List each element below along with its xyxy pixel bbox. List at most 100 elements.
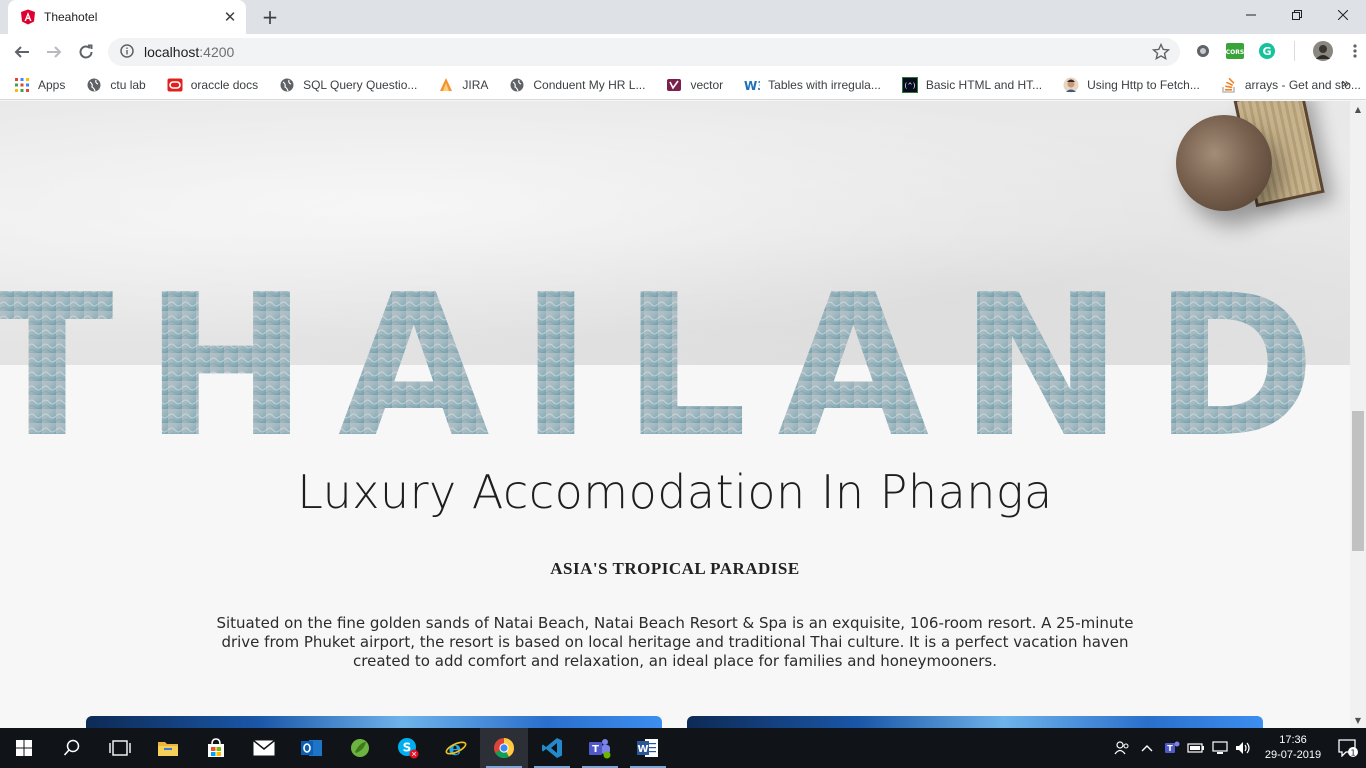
svg-text:(^): (^) [904,82,917,90]
outlook-icon[interactable] [288,728,336,768]
url-text: localhost:4200 [144,44,234,60]
microsoft-store-icon[interactable] [192,728,240,768]
tab-close-icon[interactable]: ✕ [220,7,240,27]
web-page: THAILAND Luxury Accomodation In Phanga A… [0,101,1350,728]
new-tab-plus-icon[interactable]: + [257,5,283,29]
back-arrow-icon[interactable] [6,38,38,66]
minimize-icon[interactable] [1228,0,1274,30]
mail-icon[interactable] [240,728,288,768]
more-bookmarks-chevron-icon[interactable]: » [1341,76,1350,92]
bookmark-using-http[interactable]: Using Http to Fetch... [1063,73,1200,97]
bookmark-label: Basic HTML and HT... [925,77,1043,92]
people-icon[interactable] [1110,728,1134,768]
svg-text:CORS: CORS [1226,49,1244,56]
description-line: created to add comfort and relaxation, a… [353,652,997,670]
scroll-thumb[interactable] [1352,411,1364,551]
bookmark-jira[interactable]: JIRA [438,73,488,97]
address-bar[interactable]: localhost:4200 [108,38,1180,66]
scroll-up-arrow-icon[interactable]: ▲ [1350,101,1366,117]
bookmarks-bar: Apps ctu lab oraccle docs SQL Query Ques… [0,70,1366,100]
file-explorer-icon[interactable] [144,728,192,768]
toolbar-divider [1288,40,1302,62]
clock-time: 17:36 [1279,734,1307,746]
network-icon[interactable] [1208,728,1232,768]
reload-icon[interactable] [70,38,102,66]
vscode-icon[interactable] [528,728,576,768]
bookmark-apps[interactable]: Apps [14,73,65,97]
svg-text:T: T [592,744,599,755]
clock[interactable]: 17:36 29-07-2019 [1256,733,1330,763]
forward-arrow-icon[interactable] [38,38,70,66]
word-icon[interactable]: W [624,728,672,768]
globe-icon [509,77,525,93]
resort-photo-card[interactable] [86,716,662,728]
url-port: :4200 [199,44,235,60]
w3schools-icon: W3 [744,77,760,93]
svg-text:G: G [1262,45,1271,58]
bookmark-vector[interactable]: vector [666,73,723,97]
bookmark-conduent[interactable]: Conduent My HR L... [509,73,645,97]
bookmark-label: SQL Query Questio... [303,77,418,92]
description-line: drive from Phuket airport, the resort is… [221,633,1129,651]
browser-tab-strip: Theahotel ✕ + [0,0,1366,34]
battery-icon[interactable] [1184,728,1208,768]
bookmark-tables-irregular[interactable]: W3 Tables with irregula... [744,73,881,97]
skype-icon[interactable]: S ✕ [384,728,432,768]
bookmark-label: vector [690,77,724,92]
windows-start-icon[interactable] [0,728,48,768]
oracle-icon [167,77,183,93]
profile-avatar-icon[interactable] [1312,40,1334,62]
extension-circle-icon[interactable] [1192,40,1214,62]
globe-icon [86,77,102,93]
bookmark-oraccle-docs[interactable]: oraccle docs [167,73,258,97]
search-icon[interactable] [48,728,96,768]
window-controls [1228,0,1366,30]
bookmark-ctu-lab[interactable]: ctu lab [86,73,146,97]
sea-urchin-image [1176,115,1272,211]
bookmark-label: Using Http to Fetch... [1087,77,1200,92]
teams-icon[interactable]: T [576,728,624,768]
thailand-headline: THAILAND [0,269,1316,439]
apps-grid-icon [14,77,30,93]
action-center-icon[interactable]: 1 [1330,728,1366,768]
bookmark-sql-query[interactable]: SQL Query Questio... [279,73,417,97]
clock-date: 29-07-2019 [1264,749,1322,761]
volume-icon[interactable] [1232,728,1256,768]
svg-text:T: T [1167,744,1173,753]
spring-tool-icon[interactable] [336,728,384,768]
notification-count: 1 [1350,749,1355,758]
bookmark-star-icon[interactable] [1151,42,1171,61]
scroll-down-arrow-icon[interactable]: ▼ [1350,712,1366,728]
jira-icon [438,77,454,93]
bookmark-label: ctu lab [110,77,146,92]
resort-photo-card[interactable] [687,716,1263,728]
stackoverflow-icon [1221,77,1237,93]
bookmark-label: JIRA [462,77,489,92]
svg-text:W: W [637,744,648,755]
description: Situated on the fine golden sands of Nat… [210,614,1140,671]
internet-explorer-icon[interactable]: e [432,728,480,768]
teams-tray-icon[interactable]: T [1160,728,1184,768]
vector-icon [666,77,682,93]
freecodecamp-icon: (^) [901,76,918,93]
system-tray: T 17:36 29-07-2019 1 [1110,728,1366,768]
page-scrollbar[interactable]: ▲ ▼ [1350,101,1366,728]
bookmark-label: oraccle docs [190,77,259,92]
task-view-icon[interactable] [96,728,144,768]
cors-extension-icon[interactable]: CORS [1224,40,1246,62]
tagline: ASIA'S TROPICAL PARADISE [550,559,800,578]
restore-icon[interactable] [1274,0,1320,30]
close-window-icon[interactable] [1320,0,1366,30]
browser-tab[interactable]: Theahotel ✕ [8,0,246,34]
angular-favicon-icon [20,9,36,25]
grammarly-icon[interactable]: G [1256,40,1278,62]
chrome-taskbar-icon[interactable] [480,728,528,768]
show-hidden-icons-chevron-icon[interactable] [1134,728,1160,768]
info-icon[interactable] [120,43,134,62]
bookmark-basic-html[interactable]: (^) Basic HTML and HT... [901,73,1043,97]
globe-icon [279,77,295,93]
page-subtitle: Luxury Accomodation In Phanga [297,465,1053,519]
svg-text:✕: ✕ [411,751,417,759]
chrome-menu-icon[interactable] [1344,40,1366,62]
bookmark-arrays[interactable]: arrays - Get and sto... [1221,73,1361,97]
